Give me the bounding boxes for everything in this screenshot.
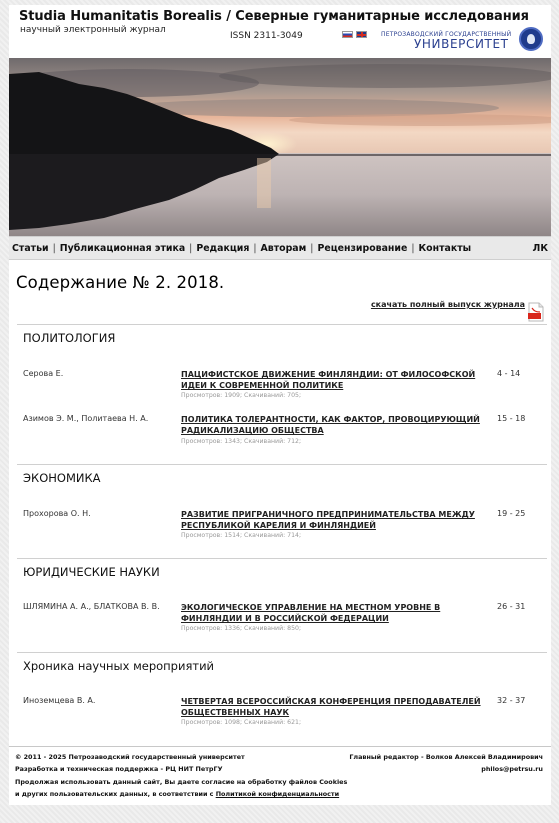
university-emblem-icon[interactable] bbox=[519, 27, 543, 51]
article-title-link[interactable]: ЧЕТВЕРТАЯ ВСЕРОССИЙСКАЯ КОНФЕРЕНЦИЯ ПРЕП… bbox=[181, 696, 481, 718]
nav-item-publication-ethics[interactable]: Публикационная этика bbox=[60, 243, 185, 254]
header-banner-image bbox=[9, 58, 551, 236]
footer-support: Разработка и техническая поддержка - РЦ … bbox=[15, 765, 223, 773]
article-pages: 19 - 25 bbox=[497, 509, 526, 518]
section-title: ЮРИДИЧЕСКИЕ НАУКИ bbox=[23, 565, 160, 579]
nav-item-contacts[interactable]: Контакты bbox=[419, 243, 472, 254]
footer-cookies-text: и других пользовательских данных, в соот… bbox=[15, 790, 216, 798]
article-title-link[interactable]: ПОЛИТИКА ТОЛЕРАНТНОСТИ, КАК ФАКТОР, ПРОВ… bbox=[181, 414, 481, 436]
section-scientific-events-chronicle: Хроника научных мероприятий Иноземцева В… bbox=[17, 652, 547, 746]
download-full-issue-link[interactable]: скачать полный выпуск журнала bbox=[371, 300, 525, 309]
footer-copyright: © 2011 - 2025 Петрозаводский государстве… bbox=[15, 753, 245, 761]
sunset-lake-image bbox=[9, 58, 551, 236]
privacy-policy-link[interactable]: Политикой конфиденциальности bbox=[216, 790, 339, 798]
main-navigation: Статьи | Публикационная этика | Редакция | Авт… bbox=[9, 236, 551, 260]
article-stats: Просмотров: 1336; Скачиваний: 850; bbox=[181, 625, 302, 632]
site-title[interactable]: Studia Humanitatis Borealis / Северные г… bbox=[19, 9, 529, 24]
nav-separator: | bbox=[310, 243, 314, 254]
personal-account-link[interactable]: ЛК bbox=[533, 243, 548, 254]
article-pages: 4 - 14 bbox=[497, 369, 521, 378]
nav-separator: | bbox=[52, 243, 56, 254]
article-authors: Прохорова О. Н. bbox=[23, 509, 91, 518]
nav-item-reviewing[interactable]: Рецензирование bbox=[317, 243, 407, 254]
article-title-link[interactable]: ПАЦИФИСТСКОЕ ДВИЖЕНИЕ ФИНЛЯНДИИ: ОТ ФИЛО… bbox=[181, 369, 481, 391]
article-authors: ШЛЯМИНА А. А., БЛАТКОВА В. В. bbox=[23, 602, 160, 611]
article-authors: Иноземцева В. А. bbox=[23, 696, 96, 705]
footer-cookies-notice: Продолжая использовать данный сайт, Вы д… bbox=[15, 778, 348, 786]
footer-cookies-notice-continued: и других пользовательских данных, в соот… bbox=[15, 790, 339, 798]
article-title-link[interactable]: ЭКОЛОГИЧЕСКОЕ УПРАВЛЕНИЕ НА МЕСТНОМ УРОВ… bbox=[181, 602, 481, 624]
article-pages: 15 - 18 bbox=[497, 414, 526, 423]
section-title: ПОЛИТОЛОГИЯ bbox=[23, 331, 116, 345]
article-stats: Просмотров: 1343; Скачиваний: 712; bbox=[181, 438, 302, 445]
section-economics: ЭКОНОМИКА Прохорова О. Н. РАЗВИТИЕ ПРИГР… bbox=[17, 464, 547, 558]
article-stats: Просмотров: 1098; Скачиваний: 621; bbox=[181, 719, 302, 726]
section-political-science: ПОЛИТОЛОГИЯ Серова Е. ПАЦИФИСТСКОЕ ДВИЖЕ… bbox=[17, 324, 547, 464]
article-authors: Азимов Э. М., Политаева Н. А. bbox=[23, 414, 149, 423]
footer-editor: Главный редактор - Волков Алексей Владим… bbox=[349, 753, 543, 761]
pdf-icon[interactable] bbox=[527, 302, 545, 322]
section-title: Хроника научных мероприятий bbox=[23, 659, 215, 673]
site-header: Studia Humanitatis Borealis / Северные г… bbox=[9, 5, 551, 57]
page-title: Содержание № 2. 2018. bbox=[16, 273, 225, 292]
article-authors: Серова Е. bbox=[23, 369, 64, 378]
site-footer: © 2011 - 2025 Петрозаводский государстве… bbox=[9, 746, 551, 798]
russian-flag-icon[interactable] bbox=[342, 31, 353, 38]
article-pages: 32 - 37 bbox=[497, 696, 526, 705]
article-pages: 26 - 31 bbox=[497, 602, 526, 611]
section-legal-sciences: ЮРИДИЧЕСКИЕ НАУКИ ШЛЯМИНА А. А., БЛАТКОВ… bbox=[17, 558, 547, 652]
university-name-line2[interactable]: УНИВЕРСИТЕТ bbox=[414, 37, 509, 51]
nav-item-authors[interactable]: Авторам bbox=[261, 243, 307, 254]
nav-separator: | bbox=[411, 243, 415, 254]
english-flag-icon[interactable] bbox=[356, 31, 367, 38]
nav-item-editorial-board[interactable]: Редакция bbox=[196, 243, 249, 254]
site-subtitle: научный электронный журнал bbox=[20, 25, 166, 35]
nav-separator: | bbox=[189, 243, 193, 254]
page: Studia Humanitatis Borealis / Северные г… bbox=[9, 5, 551, 805]
nav-items: Статьи | Публикационная этика | Редакция | Авт… bbox=[12, 243, 471, 254]
nav-item-articles[interactable]: Статьи bbox=[12, 243, 49, 254]
section-title: ЭКОНОМИКА bbox=[23, 471, 101, 485]
footer-email-link[interactable]: philos@petrsu.ru bbox=[481, 765, 543, 773]
article-stats: Просмотров: 1909; Скачиваний: 705; bbox=[181, 392, 302, 399]
issn-label: ISSN 2311-3049 bbox=[230, 31, 303, 41]
nav-separator: | bbox=[253, 243, 257, 254]
article-title-link[interactable]: РАЗВИТИЕ ПРИГРАНИЧНОГО ПРЕДПРИНИМАТЕЛЬСТ… bbox=[181, 509, 481, 531]
article-stats: Просмотров: 1514; Скачиваний: 714; bbox=[181, 532, 302, 539]
